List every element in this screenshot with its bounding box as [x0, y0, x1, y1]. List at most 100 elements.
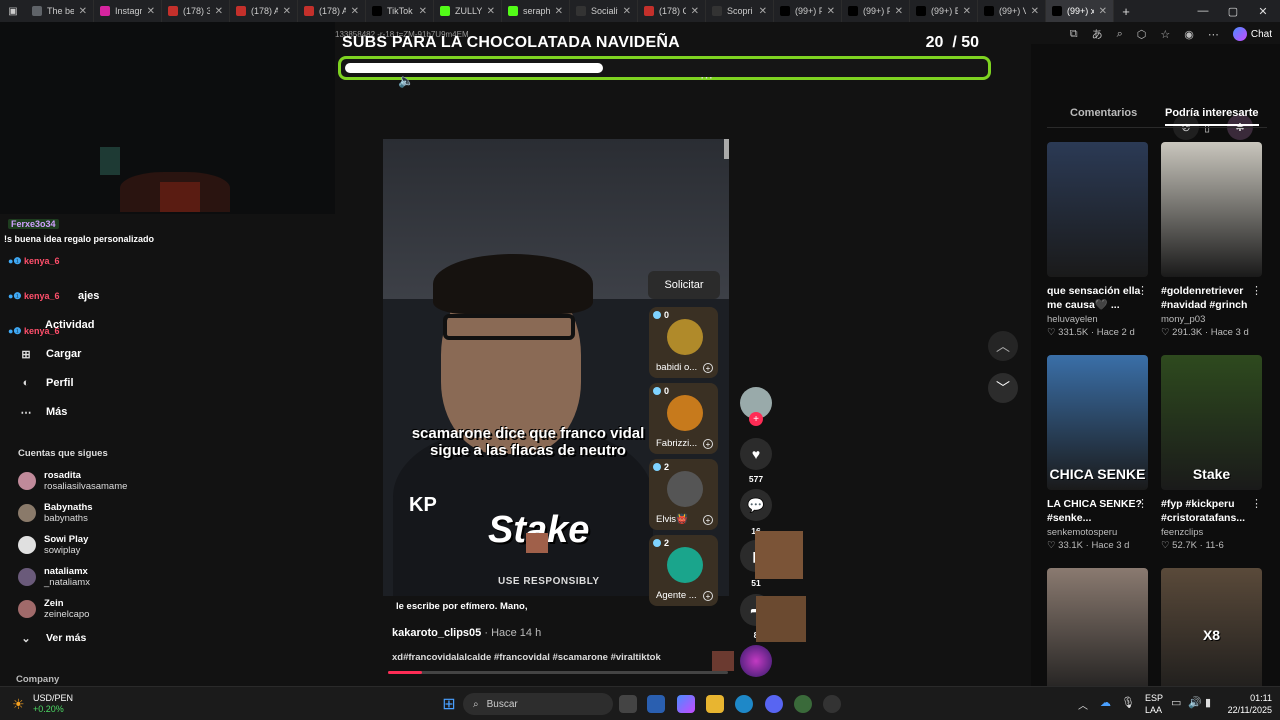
browser-tab[interactable]: (99+) Er✕	[910, 0, 978, 22]
language-indicator[interactable]: ESP LAA	[1145, 692, 1163, 716]
close-tab-icon[interactable]: ✕	[215, 6, 223, 17]
weather-icon[interactable]: ☀	[12, 696, 25, 713]
add-guest-icon[interactable]: +	[703, 515, 713, 525]
discord-icon[interactable]	[765, 695, 783, 713]
nav-profile[interactable]: ◐ Perfil	[20, 377, 74, 389]
more-options-icon[interactable]: ⋮	[1251, 284, 1262, 297]
tab-menu-icon[interactable]: ▣	[0, 0, 26, 22]
next-video-button[interactable]: ﹀	[988, 373, 1018, 403]
recommended-video[interactable]: Stake #fyp #kickperu #cristoratafans... fe…	[1161, 355, 1262, 551]
browser-tab[interactable]: ZULLY ✕	[434, 0, 502, 22]
close-window-icon[interactable]: ✕	[1243, 0, 1280, 22]
app-icon[interactable]	[794, 695, 812, 713]
close-tab-icon[interactable]: ✕	[963, 6, 971, 17]
browser-tab[interactable]: (178) Al✕	[298, 0, 366, 22]
browser-tab[interactable]: seraphi ✕	[502, 0, 570, 22]
close-tab-icon[interactable]: ✕	[691, 6, 699, 17]
more-options-icon[interactable]: ⋮	[1251, 497, 1262, 510]
mic-icon[interactable]: 🎙	[1121, 696, 1135, 709]
live-guest-card[interactable]: 2 Elvis👹 +	[649, 459, 718, 530]
browser-tab[interactable]: Scopri I✕	[706, 0, 774, 22]
task-view-icon[interactable]	[619, 695, 637, 713]
browser-tab[interactable]: (178) 3 ✕	[162, 0, 230, 22]
browser-tab[interactable]: (99+) Fr✕	[774, 0, 842, 22]
zoom-icon[interactable]: ⌕	[1117, 28, 1123, 41]
more-options-icon[interactable]: ⋮	[1137, 284, 1148, 297]
new-tab-button[interactable]: +	[1114, 4, 1138, 19]
live-guest-card[interactable]: 0 Fabrizzi... +	[649, 383, 718, 454]
translate-icon[interactable]: あ	[1092, 26, 1103, 42]
following-item[interactable]: Zein zeinelcapo	[18, 598, 89, 620]
add-guest-icon[interactable]: +	[703, 363, 713, 373]
browser-tab[interactable]: The be ✕	[26, 0, 94, 22]
music-disc-icon[interactable]	[740, 645, 772, 677]
file-explorer-icon[interactable]	[706, 695, 724, 713]
browser-tab[interactable]: TikTok -✕	[366, 0, 434, 22]
recommended-video[interactable]: que sensación ella me causa🖤 ... heluvaye…	[1047, 142, 1148, 338]
close-tab-icon[interactable]: ✕	[1031, 6, 1039, 17]
nav-more[interactable]: ⋯ Más	[20, 406, 68, 419]
copilot-chat-button[interactable]: Chat	[1232, 27, 1272, 41]
request-join-button[interactable]: Solicitar	[648, 271, 720, 299]
tray-overflow-icon[interactable]: ︿	[1078, 697, 1088, 712]
more-options-icon[interactable]: ⋯	[1208, 28, 1219, 41]
taskbar-search[interactable]: ⌕ Buscar	[463, 693, 613, 715]
obs-icon[interactable]	[823, 695, 841, 713]
recommended-video[interactable]: CHICA SENKE LA CHICA SENKE? #senke... senk…	[1047, 355, 1148, 551]
close-tab-icon[interactable]: ✕	[283, 6, 291, 17]
extension-icon[interactable]: ⬡	[1137, 28, 1147, 41]
store-icon[interactable]	[647, 695, 665, 713]
browser-tab[interactable]: (99+) xc✕	[1046, 0, 1114, 22]
start-icon[interactable]: ⊞	[440, 695, 458, 713]
following-item[interactable]: Sowi Play sowiplay	[18, 534, 88, 556]
browser-tab[interactable]: (178) Al✕	[230, 0, 298, 22]
taskbar-clock[interactable]: 01:11 22/11/2025	[1228, 692, 1272, 716]
nav-messages-partial[interactable]: ajes	[78, 290, 99, 302]
company-link[interactable]: Company	[16, 674, 59, 685]
see-more-button[interactable]: ⌄ Ver más	[20, 632, 86, 645]
browser-tab[interactable]: (99+) Pi✕	[842, 0, 910, 22]
tab-recommended[interactable]: Podría interesarte	[1165, 107, 1259, 126]
nav-upload[interactable]: ⊞ Cargar	[20, 348, 81, 361]
add-guest-icon[interactable]: +	[703, 591, 713, 601]
recommended-video[interactable]: #goldenretriever #navidad #grinch mony_p0…	[1161, 142, 1262, 338]
favorites-icon[interactable]: ☆	[1160, 28, 1170, 41]
video-progress-bar[interactable]	[388, 671, 728, 674]
video-author[interactable]: kakaroto_clips05 · Hace 14 h	[392, 627, 541, 639]
close-tab-icon[interactable]: ✕	[895, 6, 903, 17]
close-tab-icon[interactable]: ✕	[827, 6, 835, 17]
profile-avatar-icon[interactable]: ◉	[1184, 28, 1194, 41]
battery-icon[interactable]: ▮	[1205, 696, 1211, 709]
live-guest-card[interactable]: 0 babidi o... +	[649, 307, 718, 378]
recommended-video[interactable]	[1047, 568, 1148, 703]
onedrive-icon[interactable]: ☁	[1100, 696, 1111, 709]
close-tab-icon[interactable]: ✕	[1099, 6, 1107, 17]
close-tab-icon[interactable]: ✕	[351, 6, 359, 17]
live-guest-card[interactable]: 2 Agente ... +	[649, 535, 718, 606]
add-guest-icon[interactable]: +	[703, 439, 713, 449]
video-scrollbar[interactable]	[724, 139, 729, 159]
previous-video-button[interactable]: ︿	[988, 331, 1018, 361]
follow-plus-icon[interactable]: +	[749, 412, 763, 426]
browser-tab[interactable]: (178) C✕	[638, 0, 706, 22]
nav-activity[interactable]: Actividad	[45, 319, 95, 331]
video-options-icon[interactable]: ⋯	[700, 70, 713, 86]
recommended-video[interactable]: X8	[1161, 568, 1262, 703]
network-icon[interactable]: ▭	[1171, 696, 1181, 709]
comment-button[interactable]: 💬	[740, 489, 772, 521]
edge-icon[interactable]	[735, 695, 753, 713]
ticker-widget[interactable]: USD/PEN +0.20%	[33, 693, 73, 715]
close-tab-icon[interactable]: ✕	[419, 6, 427, 17]
following-item[interactable]: nataliamx _nataliamx	[18, 566, 90, 588]
close-tab-icon[interactable]: ✕	[759, 6, 767, 17]
volume-tray-icon[interactable]: 🔊	[1188, 696, 1202, 709]
browser-tab[interactable]: Socialit ✕	[570, 0, 638, 22]
open-external-icon[interactable]: ⧉	[1070, 28, 1078, 41]
browser-tab[interactable]: (99+) Vi✕	[978, 0, 1046, 22]
close-tab-icon[interactable]: ✕	[623, 6, 631, 17]
browser-tab[interactable]: Instagra✕	[94, 0, 162, 22]
video-hashtags[interactable]: xd#francovidalalcalde #francovidal #scam…	[392, 652, 661, 663]
following-item[interactable]: Babynaths babynaths	[18, 502, 93, 524]
tab-comments[interactable]: Comentarios	[1070, 107, 1137, 119]
volume-icon[interactable]: 🔈	[398, 73, 414, 89]
